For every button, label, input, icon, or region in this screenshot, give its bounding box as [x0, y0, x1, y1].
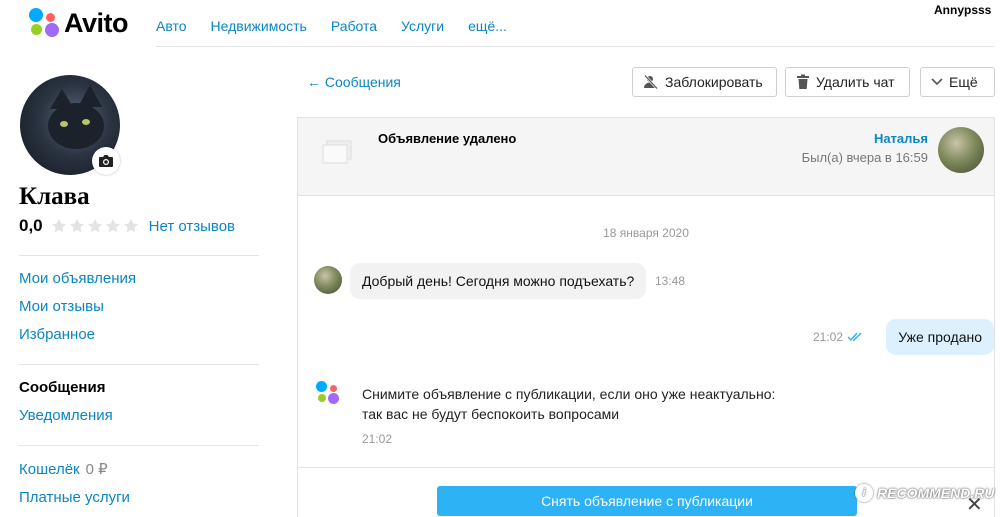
avito-system-icon [316, 381, 342, 407]
outgoing-message-time: 21:02 [813, 330, 844, 344]
profile-name: Клава [19, 183, 90, 210]
close-icon[interactable]: ✕ [966, 492, 983, 517]
star-icon [123, 219, 138, 233]
chevron-down-icon [931, 78, 943, 86]
chat-divider [298, 467, 994, 468]
top-nav: Авто Недвижимость Работа Услуги ещё... [156, 18, 531, 34]
watermark-logo-icon: i [855, 484, 873, 502]
star-icon [69, 219, 84, 233]
chat-panel: Объявление удалено Наталья Был(а) вчера … [297, 117, 995, 517]
sidebar-item-my-reviews[interactable]: Мои отзывы [19, 298, 104, 315]
sidebar-item-wallet[interactable]: Кошелёк 0 ₽ [19, 460, 108, 478]
sidebar-item-paid-services[interactable]: Платные услуги [19, 489, 130, 506]
incoming-message-time: 13:48 [655, 274, 686, 288]
sidebar-item-notifications[interactable]: Уведомления [19, 407, 113, 424]
sidebar-divider [19, 445, 259, 446]
logo-text: Avito [64, 7, 129, 38]
trash-icon [797, 74, 809, 89]
reviews-link[interactable]: Нет отзывов [149, 218, 235, 235]
wallet-label: Кошелёк [19, 461, 80, 478]
star-icon [105, 219, 120, 233]
more-button-label: Ещё [949, 74, 978, 90]
star-icon [87, 219, 102, 233]
star-icon [51, 219, 66, 233]
nav-item-jobs[interactable]: Работа [331, 18, 377, 34]
partner-last-seen: Был(а) вчера в 16:59 [801, 150, 928, 165]
system-message: Снимите объявление с публикации, если он… [362, 384, 822, 424]
rating-stars [51, 218, 141, 234]
sidebar-divider [19, 255, 259, 256]
avito-logo[interactable]: Avito [28, 7, 129, 39]
sidebar-item-messages[interactable]: Сообщения [19, 379, 105, 396]
chat-date: 18 января 2020 [603, 226, 689, 240]
sidebar-item-favorites[interactable]: Избранное [19, 326, 95, 343]
header-divider [156, 46, 994, 47]
block-button-label: Заблокировать [665, 74, 763, 90]
system-message-time: 21:02 [362, 432, 393, 446]
read-checkmarks-icon [847, 332, 862, 342]
ad-status: Объявление удалено [378, 131, 517, 146]
back-to-messages-link[interactable]: ← Сообщения [307, 74, 401, 90]
more-button[interactable]: Ещё [920, 67, 995, 97]
delete-chat-button[interactable]: Удалить чат [785, 67, 910, 97]
nav-item-more[interactable]: ещё... [468, 18, 507, 34]
incoming-message: Добрый день! Сегодня можно подъехать? [350, 263, 647, 299]
chat-header: Объявление удалено Наталья Был(а) вчера … [298, 118, 994, 196]
delete-chat-label: Удалить чат [816, 74, 895, 90]
outgoing-message-text: Уже продано [898, 329, 982, 345]
block-user-icon [644, 74, 658, 90]
nav-item-auto[interactable]: Авто [156, 18, 187, 34]
system-message-line2: так вас не будут беспокоить вопросами [362, 406, 620, 422]
incoming-message-text: Добрый день! Сегодня можно подъехать? [362, 273, 635, 289]
username[interactable]: Annypsss [934, 3, 991, 17]
partner-avatar[interactable] [938, 127, 984, 173]
wallet-amount: 0 ₽ [85, 461, 108, 478]
logo-dots-icon [28, 7, 60, 39]
nav-item-services[interactable]: Услуги [401, 18, 444, 34]
message-sender-avatar [314, 266, 342, 294]
system-message-line1: Снимите объявление с публикации, если он… [362, 386, 776, 402]
deleted-ad-thumbnail-icon [322, 140, 352, 164]
sidebar-divider [19, 364, 259, 365]
block-button[interactable]: Заблокировать [632, 67, 777, 97]
camera-icon[interactable] [92, 147, 120, 175]
nav-item-realty[interactable]: Недвижимость [211, 18, 307, 34]
sidebar-item-my-ads[interactable]: Мои объявления [19, 270, 136, 287]
outgoing-message-meta: 21:02 [813, 330, 863, 344]
unpublish-ad-button[interactable]: Снять объявление с публикации [437, 486, 857, 516]
partner-name[interactable]: Наталья [874, 131, 928, 146]
rating-value: 0,0 [19, 216, 43, 235]
rating-row: 0,0 Нет отзывов [19, 216, 235, 236]
outgoing-message: Уже продано [886, 319, 994, 355]
